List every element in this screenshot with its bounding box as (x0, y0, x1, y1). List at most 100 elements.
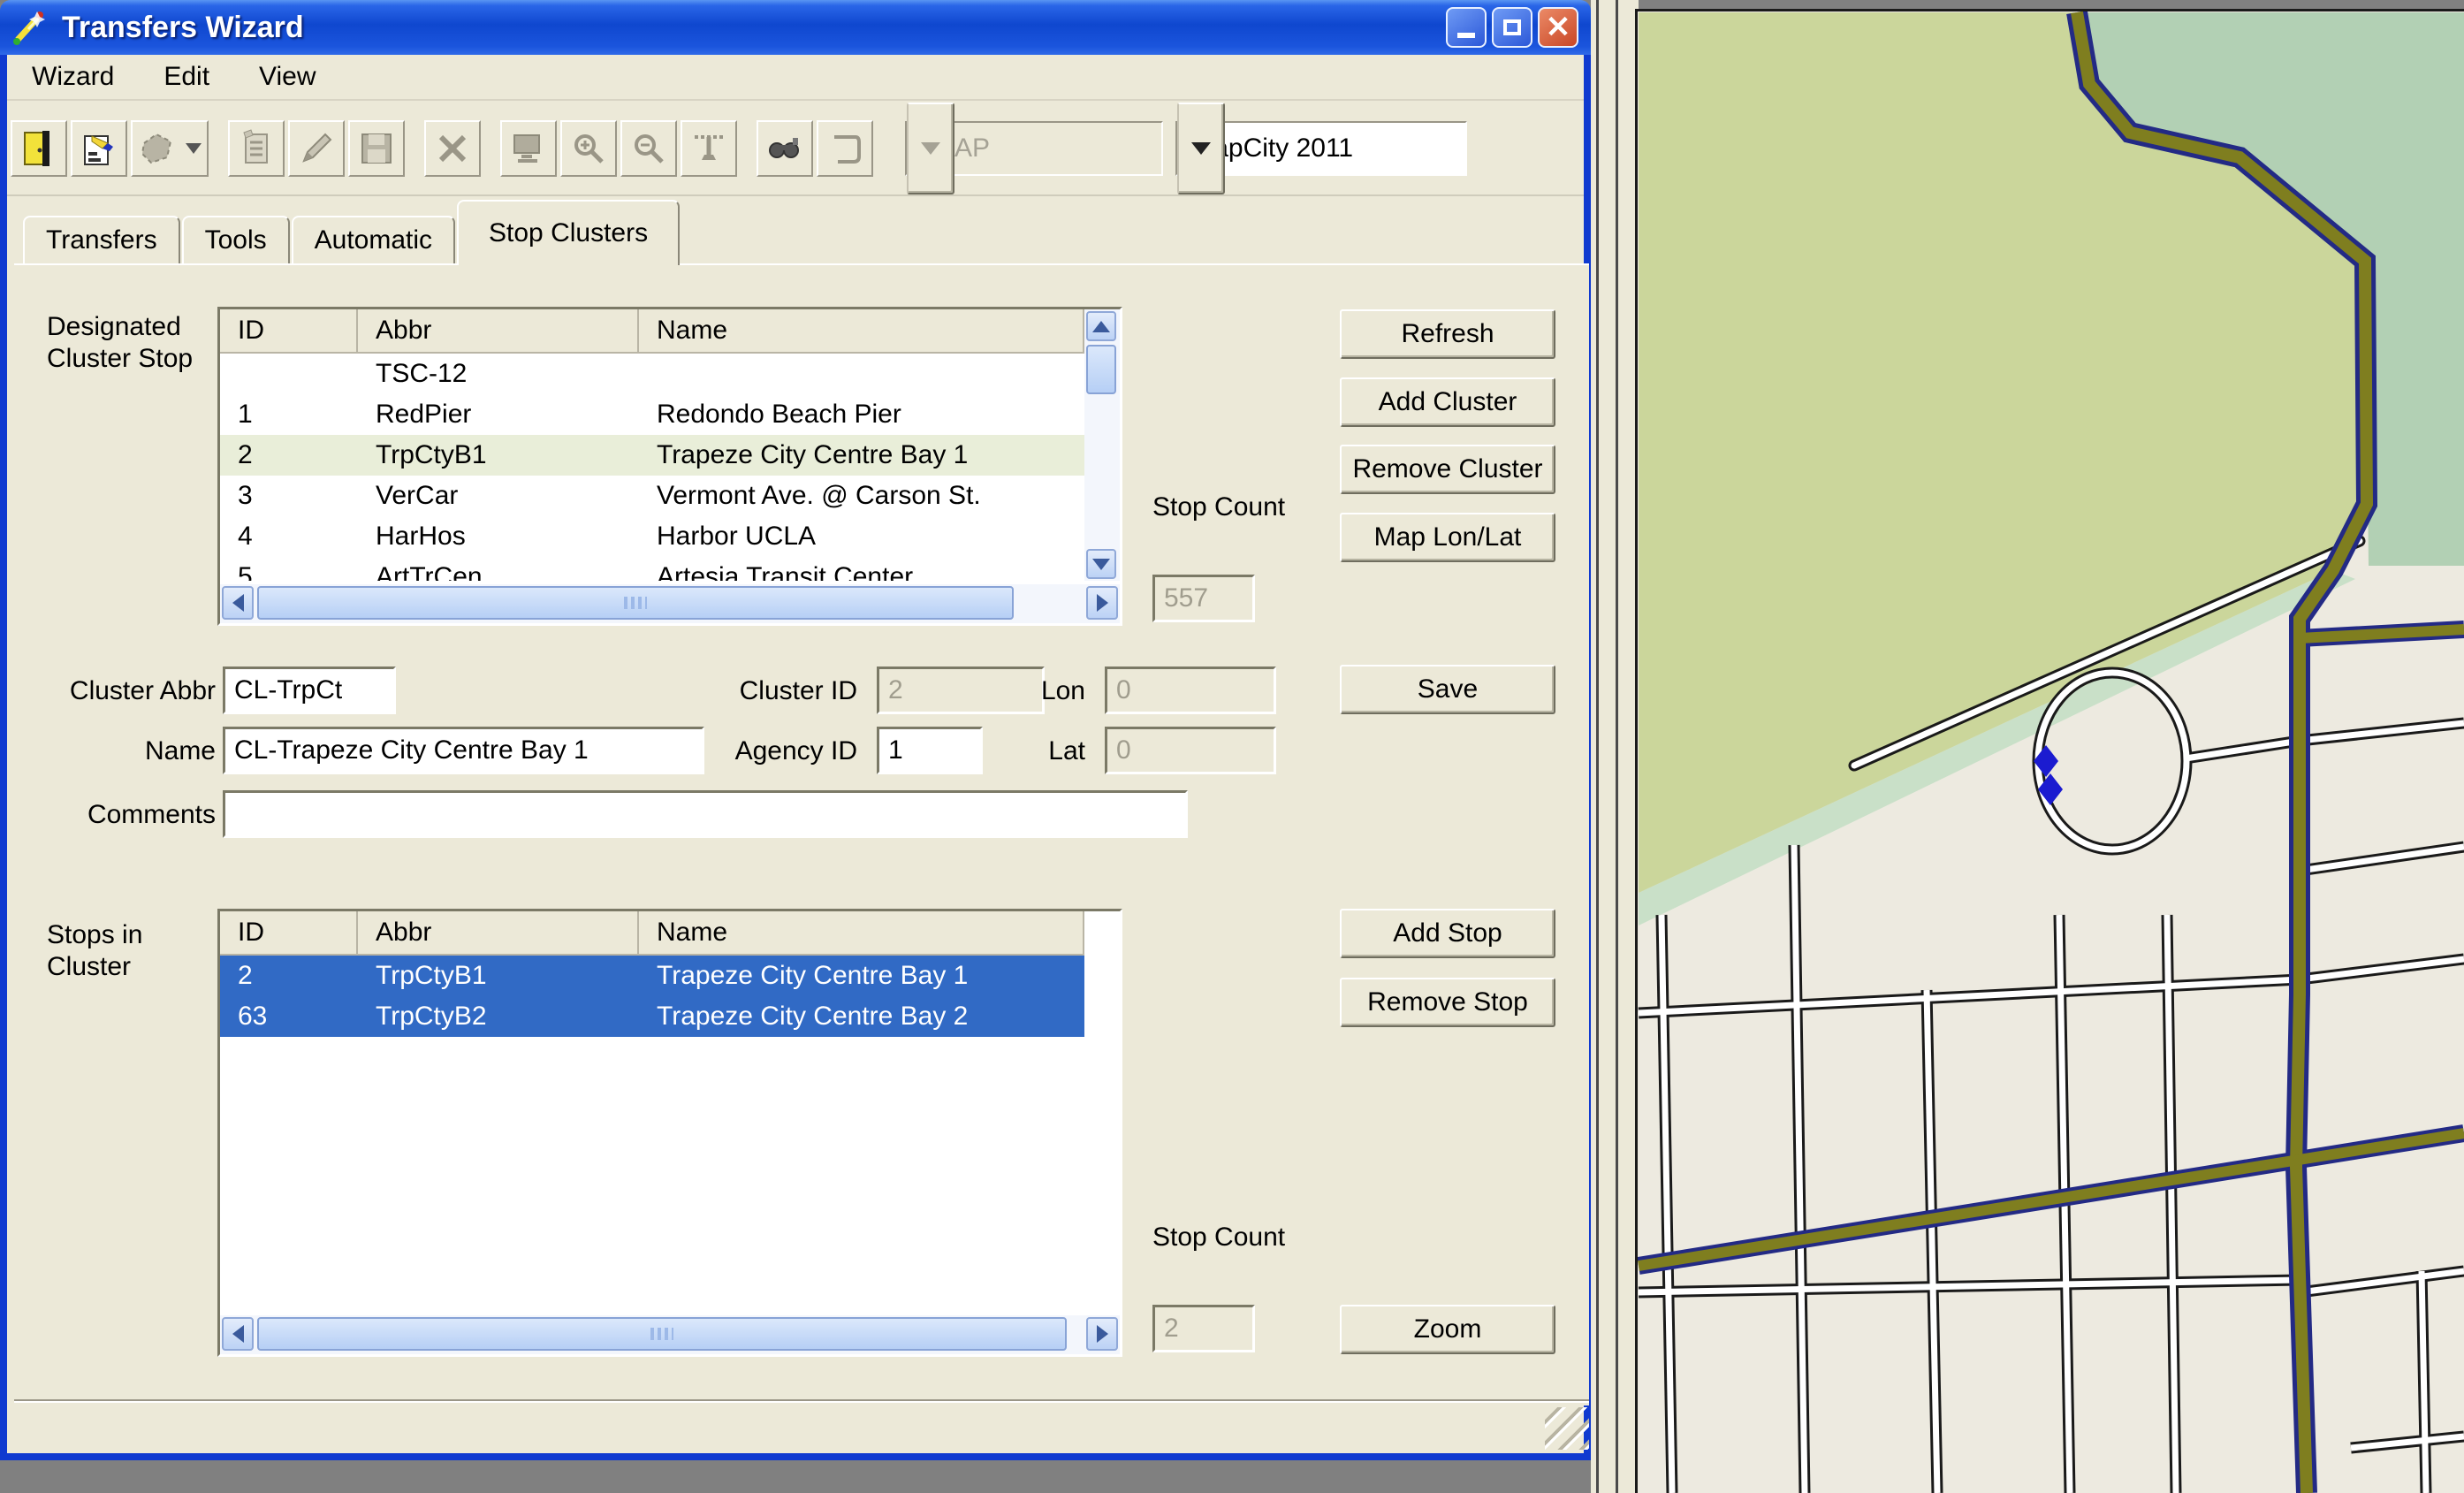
stops-in-cluster-label: Stops in Cluster (47, 919, 197, 983)
add-cluster-button[interactable]: Add Cluster (1340, 377, 1555, 427)
close-button[interactable]: ✕ (1538, 7, 1578, 48)
properties-icon[interactable] (71, 120, 127, 177)
edit-icon[interactable] (288, 120, 345, 177)
scroll-up-icon[interactable] (1086, 311, 1116, 341)
designated-vscrollbar[interactable] (1084, 309, 1120, 581)
comments-label: Comments (42, 799, 216, 831)
minimize-button[interactable] (1446, 7, 1487, 48)
table-row[interactable]: 4HarHosHarbor UCLA (220, 516, 1084, 557)
zoom-out-icon[interactable] (620, 120, 677, 177)
table-cell: Trapeze City Centre Bay 2 (639, 996, 1084, 1037)
refresh-button[interactable]: Refresh (1340, 309, 1555, 359)
col-id[interactable]: ID (220, 911, 358, 956)
delete-icon[interactable] (424, 120, 481, 177)
hscroll-thumb[interactable] (257, 1317, 1067, 1351)
measure-icon[interactable] (681, 120, 737, 177)
stops-table-right-gutter (1084, 911, 1120, 1312)
stop-count-label-bottom: Stop Count (1152, 1222, 1294, 1253)
designated-table-header[interactable]: ID Abbr Name (220, 309, 1084, 354)
col-name[interactable]: Name (639, 911, 1084, 956)
scroll-right-icon[interactable] (1086, 586, 1118, 620)
remove-stop-button[interactable]: Remove Stop (1340, 978, 1555, 1027)
table-cell: 2 (220, 956, 358, 996)
tab-stop-clusters[interactable]: Stop Clusters (457, 200, 680, 265)
stop-count-field-bottom: 2 (1152, 1305, 1255, 1352)
designated-hscrollbar[interactable] (220, 584, 1120, 623)
wand-icon (11, 8, 49, 47)
table-cell: 63 (220, 996, 358, 1037)
maximize-button[interactable] (1492, 7, 1532, 48)
name-input[interactable]: CL-Trapeze City Centre Bay 1 (223, 727, 704, 774)
map-lonlat-button[interactable]: Map Lon/Lat (1340, 513, 1555, 562)
new-icon[interactable] (228, 120, 285, 177)
table-cell: Trapeze City Centre Bay 1 (639, 956, 1084, 996)
table-cell: ArtTrCen (358, 557, 639, 581)
status-divider (14, 1399, 1589, 1403)
zoom-in-icon[interactable] (560, 120, 617, 177)
stops-in-cluster-table[interactable]: ID Abbr Name 2TrpCtyB1Trapeze City Centr… (217, 909, 1122, 1357)
table-row[interactable]: 5ArtTrCenArtesia Transit Center (220, 557, 1084, 581)
screen-icon[interactable] (500, 120, 557, 177)
scroll-down-icon[interactable] (1086, 549, 1116, 579)
toolbar: TRAP TrapCity 2011 (7, 103, 1584, 196)
chevron-down-icon (186, 143, 202, 154)
tab-automatic[interactable]: Automatic (292, 216, 455, 265)
zoom-button[interactable]: Zoom (1340, 1305, 1555, 1354)
table-cell: 5 (220, 557, 358, 581)
stops-table-body: 2TrpCtyB1Trapeze City Centre Bay 163TrpC… (220, 956, 1084, 1037)
col-name[interactable]: Name (639, 309, 1084, 354)
table-row[interactable]: TSC-12 (220, 354, 1084, 394)
table-row[interactable]: 3VerCarVermont Ave. @ Carson St. (220, 476, 1084, 516)
resize-grip[interactable] (1545, 1407, 1589, 1450)
menu-wizard[interactable]: Wizard (7, 62, 139, 92)
stops-table-header[interactable]: ID Abbr Name (220, 911, 1084, 956)
name-label: Name (42, 735, 216, 767)
save-button[interactable]: Save (1340, 665, 1555, 714)
table-row[interactable]: 63TrpCtyB2Trapeze City Centre Bay 2 (220, 996, 1084, 1037)
tab-tools[interactable]: Tools (182, 216, 290, 265)
col-abbr[interactable]: Abbr (358, 911, 639, 956)
map-canvas[interactable] (1638, 11, 2464, 1493)
table-row[interactable]: 2TrpCtyB1Trapeze City Centre Bay 1 (220, 435, 1084, 476)
open-icon[interactable] (11, 120, 67, 177)
col-id[interactable]: ID (220, 309, 358, 354)
table-cell: TrpCtyB2 (358, 996, 639, 1037)
scroll-left-icon[interactable] (222, 1317, 254, 1351)
add-stop-button[interactable]: Add Stop (1340, 909, 1555, 958)
table-cell: VerCar (358, 476, 639, 516)
tab-transfers[interactable]: Transfers (23, 216, 180, 265)
stop-count-label-top: Stop Count (1152, 491, 1294, 523)
scroll-right-icon[interactable] (1086, 1317, 1118, 1351)
stops-hscrollbar[interactable] (220, 1315, 1120, 1354)
cluster-id-field: 2 (877, 667, 1045, 714)
desktop-strip (0, 1460, 1591, 1493)
cluster-abbr-input[interactable]: CL-TrpCt (223, 667, 396, 714)
table-cell: 1 (220, 394, 358, 435)
menubar: Wizard Edit View (7, 55, 1584, 101)
map-view[interactable] (1635, 9, 2464, 1493)
save-icon[interactable] (348, 120, 405, 177)
menu-edit[interactable]: Edit (139, 62, 234, 92)
designated-cluster-stop-label: Designated Cluster Stop (47, 311, 224, 375)
table-row[interactable]: 1RedPierRedondo Beach Pier (220, 394, 1084, 435)
titlebar[interactable]: Transfers Wizard ✕ (0, 0, 1591, 55)
table-cell (220, 354, 358, 394)
table-cell: TSC-12 (358, 354, 639, 394)
agency-id-input[interactable]: 1 (877, 727, 983, 774)
dataset-combo[interactable]: TrapCity 2011 (1175, 121, 1467, 176)
trap-combo-arrow (907, 103, 954, 194)
find-icon[interactable] (757, 120, 813, 177)
menu-view[interactable]: View (234, 62, 340, 92)
table-row[interactable]: 2TrpCtyB1Trapeze City Centre Bay 1 (220, 956, 1084, 996)
vscroll-thumb[interactable] (1086, 345, 1116, 394)
remove-cluster-button[interactable]: Remove Cluster (1340, 445, 1555, 494)
map-region-icon[interactable] (131, 120, 209, 177)
dataset-combo-arrow[interactable] (1177, 103, 1225, 194)
outline-icon[interactable] (817, 120, 873, 177)
hscroll-thumb[interactable] (257, 586, 1014, 620)
col-abbr[interactable]: Abbr (358, 309, 639, 354)
table-cell: RedPier (358, 394, 639, 435)
comments-input[interactable] (223, 790, 1188, 838)
designated-stops-table[interactable]: ID Abbr Name TSC-121RedPierRedondo Beach… (217, 307, 1122, 626)
scroll-left-icon[interactable] (222, 586, 254, 620)
